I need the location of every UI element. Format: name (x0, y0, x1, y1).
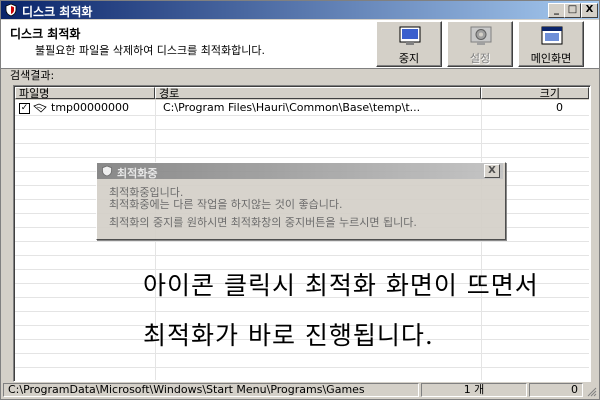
dialog-shield-icon (102, 165, 112, 177)
stop-button[interactable]: 중지 (376, 21, 442, 67)
dialog-line-3: 최적화의 중지를 원하시면 최적화창의 중지버튼을 누르시면 됩니다. (109, 216, 417, 229)
grid-line (15, 115, 589, 116)
main-screen-button[interactable]: 메인화면 (518, 21, 584, 67)
row-size: 0 (556, 101, 563, 114)
main-screen-window-icon (541, 26, 563, 45)
close-button[interactable]: X (581, 3, 598, 18)
dialog-title-bar[interactable]: 최적화중 X (97, 163, 503, 180)
main-screen-button-label: 메인화면 (530, 52, 572, 65)
grid-line (15, 353, 589, 354)
window-title: 디스크 최적화 (22, 5, 93, 19)
row-filename: tmp00000000 (51, 101, 129, 114)
status-path: C:\ProgramData\Microsoft\Windows\Start M… (3, 383, 419, 397)
annotation-line-2: 최적화가 바로 진행됩니다. (143, 321, 434, 350)
settings-button-label: 설정 (469, 52, 491, 65)
dialog-close-button[interactable]: X (484, 164, 500, 178)
table-row[interactable]: ✓ tmp00000000 C:\Program Files\Hauri\Com… (15, 101, 589, 115)
grid-line (15, 129, 589, 130)
settings-button[interactable]: 설정 (447, 21, 513, 67)
header-panel: 디스크 최적화 불필요한 파일을 삭제하여 디스크를 최적화합니다. 중지 설정 (1, 20, 599, 69)
title-bar[interactable]: 디스크 최적화 _ □ X (1, 1, 599, 19)
row-checkbox[interactable]: ✓ (19, 103, 30, 114)
stop-button-label: 중지 (398, 52, 420, 65)
column-header-size[interactable]: 크기 (481, 87, 589, 100)
column-header-path[interactable]: 경로 (155, 87, 481, 100)
stop-monitor-icon (399, 26, 421, 45)
header-title: 디스크 최적화 (10, 27, 81, 41)
app-shield-icon (5, 3, 17, 17)
resize-grip-icon[interactable] (585, 385, 597, 397)
grid-line (15, 255, 589, 256)
search-results-label: 검색결과: (10, 69, 55, 82)
annotation-line-1: 아이콘 클릭시 최적화 화면이 뜨면서 (143, 271, 539, 300)
maximize-button[interactable]: □ (564, 3, 581, 18)
status-size: 0 (529, 383, 583, 397)
grid-line (15, 241, 589, 242)
grid-line (15, 157, 589, 158)
file-icon (33, 103, 47, 113)
list-header: 파일명 경로 크기 (15, 87, 589, 100)
dialog-line-2: 최적화중에는 다른 작업을 하지않는 것이 좋습니다. (109, 198, 343, 211)
status-count: 1 개 (421, 383, 527, 397)
grid-line (15, 143, 589, 144)
disk-optimize-window: 디스크 최적화 _ □ X 디스크 최적화 불필요한 파일을 삭제하여 디스크를… (0, 0, 600, 400)
dialog-title: 최적화중 (117, 167, 158, 180)
grid-line (15, 311, 589, 312)
column-header-filename[interactable]: 파일명 (15, 87, 155, 100)
status-bar: C:\ProgramData\Microsoft\Windows\Start M… (1, 382, 599, 399)
grid-column-line (481, 100, 482, 380)
row-path: C:\Program Files\Hauri\Common\Base\temp\… (163, 101, 421, 114)
optimizing-dialog: 최적화중 X 최적화중입니다. 최적화중에는 다른 작업을 하지않는 것이 좋습… (96, 162, 506, 240)
grid-line (15, 367, 589, 368)
header-description: 불필요한 파일을 삭제하여 디스크를 최적화합니다. (35, 44, 266, 57)
minimize-button[interactable]: _ (548, 3, 565, 18)
settings-gear-icon (470, 26, 492, 45)
